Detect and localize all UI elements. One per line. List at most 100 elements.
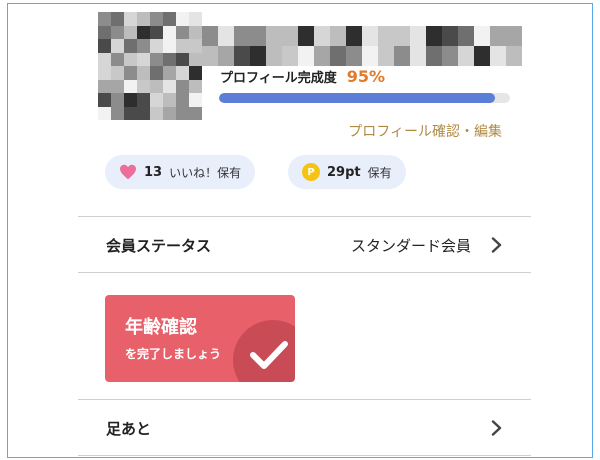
- age-verification-card[interactable]: 年齢確認 を完了しましょう: [105, 295, 295, 382]
- mosaic-tile: [137, 25, 150, 39]
- mosaic-tile: [189, 52, 202, 66]
- mosaic-tile: [150, 93, 163, 107]
- mosaic-tile: [362, 46, 378, 66]
- mosaic-tile: [506, 26, 522, 46]
- checkmark-icon: [250, 341, 288, 369]
- mosaic-tile: [98, 12, 111, 26]
- mosaic-tile: [124, 93, 137, 107]
- mosaic-tile: [250, 46, 266, 66]
- mosaic-tile: [111, 25, 124, 39]
- mosaic-tile: [189, 25, 202, 39]
- mosaic-tile: [137, 52, 150, 66]
- mosaic-tile: [218, 46, 234, 66]
- mosaic-tile: [111, 106, 124, 120]
- mosaic-tile: [176, 39, 189, 53]
- mosaic-tile: [137, 12, 150, 26]
- mosaic-tile: [234, 46, 250, 66]
- divider: [78, 216, 531, 217]
- profile-edit-link[interactable]: プロフィール確認・編集: [348, 121, 502, 141]
- mosaic-tile: [176, 52, 189, 66]
- mosaic-tile: [189, 93, 202, 107]
- mosaic-tile: [111, 79, 124, 93]
- mosaic-tile: [137, 66, 150, 80]
- mosaic-tile: [98, 25, 111, 39]
- member-status-row[interactable]: 会員ステータス スタンダード会員: [78, 218, 531, 272]
- mosaic-tile: [111, 39, 124, 53]
- mosaic-tile: [426, 26, 442, 46]
- mosaic-tile: [111, 66, 124, 80]
- point-coin-icon: P: [302, 163, 320, 181]
- mosaic-tile: [474, 26, 490, 46]
- mosaic-tile: [189, 12, 202, 26]
- points-chip[interactable]: P 29pt 保有: [288, 155, 406, 189]
- mosaic-tile: [442, 46, 458, 66]
- mosaic-tile: [98, 52, 111, 66]
- mosaic-tile: [137, 93, 150, 107]
- mosaic-tile: [218, 26, 234, 46]
- mosaic-tile: [410, 46, 426, 66]
- points-text: 保有: [367, 165, 392, 180]
- mosaic-tile: [346, 46, 362, 66]
- mosaic-tile: [163, 66, 176, 80]
- footprints-row[interactable]: 足あと: [78, 401, 531, 455]
- mosaic-tile: [266, 46, 282, 66]
- pixelated-avatar-icon[interactable]: [98, 12, 202, 120]
- mosaic-tile: [378, 46, 394, 66]
- mosaic-tile: [150, 52, 163, 66]
- mosaic-tile: [163, 25, 176, 39]
- profile-completion: プロフィール完成度 95%: [220, 67, 385, 86]
- mosaic-tile: [298, 46, 314, 66]
- chevron-right-icon: [491, 237, 502, 253]
- mosaic-tile: [330, 46, 346, 66]
- mosaic-tile: [234, 26, 250, 46]
- chevron-right-icon: [491, 420, 502, 436]
- mosaic-tile: [176, 12, 189, 26]
- mosaic-tile: [124, 39, 137, 53]
- mosaic-tile: [111, 12, 124, 26]
- mosaic-tile: [150, 79, 163, 93]
- mosaic-tile: [346, 26, 362, 46]
- mosaic-tile: [314, 46, 330, 66]
- likes-chip[interactable]: 13 いいね！保有: [105, 155, 256, 189]
- mosaic-tile: [150, 66, 163, 80]
- likes-count: 13: [144, 164, 163, 180]
- age-verification-title: 年齢確認: [125, 317, 197, 338]
- completion-label: プロフィール完成度: [220, 71, 337, 86]
- mosaic-tile: [163, 39, 176, 53]
- mosaic-tile: [176, 25, 189, 39]
- divider: [78, 272, 531, 273]
- mosaic-tile: [150, 25, 163, 39]
- mosaic-tile: [330, 26, 346, 46]
- mosaic-tile: [124, 12, 137, 26]
- mosaic-tile: [490, 46, 506, 66]
- mosaic-tile: [490, 26, 506, 46]
- mosaic-tile: [266, 26, 282, 46]
- mosaic-tile: [176, 79, 189, 93]
- mosaic-tile: [163, 12, 176, 26]
- mosaic-tile: [124, 25, 137, 39]
- mosaic-tile: [163, 106, 176, 120]
- mosaic-tile: [202, 46, 218, 66]
- completion-progress-fill: [219, 93, 496, 103]
- points-count: 29pt: [327, 164, 361, 180]
- mosaic-tile: [378, 26, 394, 46]
- mosaic-tile: [410, 26, 426, 46]
- mosaic-tile: [150, 39, 163, 53]
- mosaic-tile: [458, 46, 474, 66]
- mosaic-tile: [458, 26, 474, 46]
- mosaic-tile: [124, 79, 137, 93]
- mosaic-tile: [124, 52, 137, 66]
- mosaic-tile: [124, 66, 137, 80]
- mosaic-tile: [98, 79, 111, 93]
- likes-text: いいね！保有: [169, 165, 242, 180]
- mosaic-tile: [282, 26, 298, 46]
- mosaic-tile: [394, 46, 410, 66]
- mosaic-tile: [98, 66, 111, 80]
- mosaic-tile: [98, 39, 111, 53]
- mosaic-tile: [189, 79, 202, 93]
- footprints-label: 足あと: [106, 419, 152, 438]
- mosaic-tile: [163, 79, 176, 93]
- mosaic-tile: [506, 46, 522, 66]
- mosaic-tile: [189, 106, 202, 120]
- divider: [78, 455, 531, 456]
